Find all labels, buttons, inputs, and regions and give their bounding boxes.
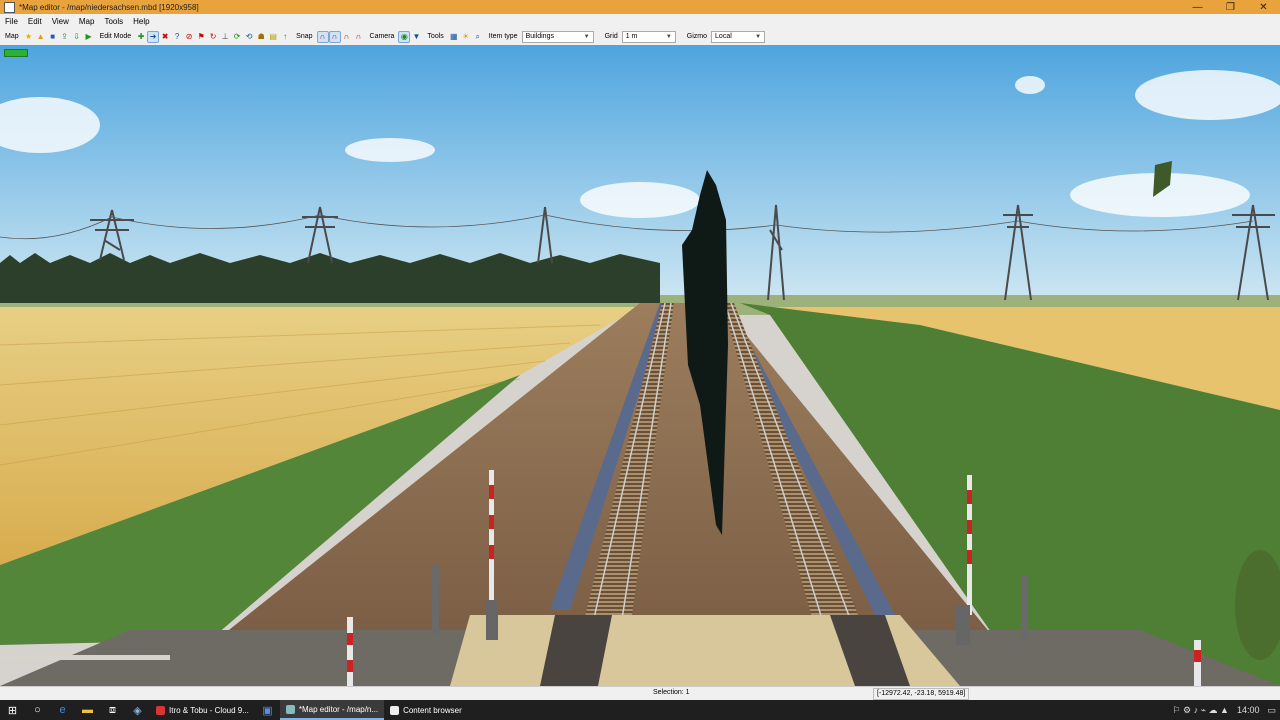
star-icon[interactable]: ★ [24,32,34,42]
pin-icon[interactable]: ⊥ [220,32,230,42]
load-progress-indicator [4,49,28,57]
clock[interactable]: 14:00 [1233,705,1264,715]
grid-select[interactable]: 1 m ▼ [621,30,676,43]
move-icon[interactable]: ➜ [147,30,160,43]
camera-dropdown-icon[interactable]: ▼ [411,32,421,42]
minimize-button[interactable]: — [1181,0,1214,14]
menu-bar: File Edit View Map Tools Help [0,14,1280,28]
refresh-blue-icon[interactable]: ⟲ [244,32,254,42]
taskbar-item-label: Itro & Tobu - Cloud 9... [169,705,249,715]
import-icon[interactable]: ⇩ [72,32,82,42]
search-icon[interactable]: ⌕ [473,32,483,42]
steam-icon[interactable]: ◈ [125,700,150,720]
export-icon[interactable]: ⇪ [60,32,70,42]
scene-render [0,45,1280,686]
taskbar-item-label: *Map editor - /map/n... [298,704,379,714]
menu-help[interactable]: Help [128,17,154,26]
camera-label: Camera [369,33,395,40]
windows-taskbar: ⊞ ○ e ▬ ⧈ ◈ Itro & Tobu - Cloud 9... ▣ *… [0,700,1280,720]
refresh-green-icon[interactable]: ⟳ [232,32,242,42]
item-type-select[interactable]: Buildings ▼ [521,30,594,43]
generic-app-icon[interactable]: ▣ [255,700,280,720]
sign-icon[interactable]: ▤ [268,32,278,42]
map-label: Map [5,33,19,40]
sun-icon[interactable]: ☀ [461,32,471,42]
item-type-label: Item type [488,33,518,40]
flag-icon[interactable]: ⚑ [196,32,206,42]
edge-icon[interactable]: e [50,700,75,720]
explorer-icon[interactable]: ▬ [75,700,100,720]
menu-map[interactable]: Map [74,17,100,26]
menu-tools[interactable]: Tools [99,17,128,26]
grid-value: 1 m [625,33,638,40]
chevron-down-icon: ▼ [755,33,762,40]
tray-icons[interactable]: ⚐ ⚙ ♪ ⌁ ☁ ▲ [1168,705,1232,716]
gizmo-select[interactable]: Local ▼ [711,30,766,43]
cursor-coordinates: [-12972.42, -23.18, 5919.48] [873,688,970,700]
magnet-icon-2[interactable]: ∩ [328,30,341,43]
search-button[interactable]: ○ [25,700,50,720]
window-title: *Map editor - /map/niedersachsen.mbd [19… [19,2,199,12]
taskbar-item-label: Content browser [403,705,462,715]
snap-label: Snap [296,33,313,40]
status-bar: Selection: 1 [-12972.42, -23.18, 5919.48… [0,686,1280,701]
chevron-down-icon: ▼ [583,33,590,40]
save-icon[interactable]: ■ [48,32,58,42]
selection-status: Selection: 1 [653,689,690,696]
help-icon[interactable]: ? [172,32,182,42]
add-icon[interactable]: ✚ [136,32,146,42]
system-tray: ⚐ ⚙ ♪ ⌁ ☁ ▲ 14:00 ▭ [1168,700,1280,720]
store-icon[interactable]: ⧈ [100,700,125,720]
start-button[interactable]: ⊞ [0,700,25,720]
magnet-icon-4[interactable]: ∩ [354,32,364,42]
tools-label: Tools [427,33,444,40]
menu-view[interactable]: View [47,17,74,26]
map-editor-icon [285,704,295,714]
figure-icon[interactable]: ☗ [256,32,266,42]
play-icon[interactable]: ▶ [84,32,94,42]
title-bar: *Map editor - /map/niedersachsen.mbd [19… [0,0,1280,14]
magnet-icon-3[interactable]: ∩ [342,32,352,42]
rotate-icon[interactable]: ↻ [208,32,218,42]
edit-mode-label: Edit Mode [99,33,132,40]
content-browser-icon [390,705,400,715]
up-arrow-icon[interactable]: ↑ [280,32,290,42]
globe-icon[interactable]: ◉ [398,30,411,43]
delete-icon[interactable]: ✖ [160,32,170,42]
notification-icon[interactable]: ▭ [1263,705,1280,716]
grid-icon[interactable]: ▦ [449,32,459,42]
menu-edit[interactable]: Edit [23,17,47,26]
chevron-down-icon: ▼ [665,33,672,40]
3d-viewport[interactable] [0,45,1280,686]
item-type-value: Buildings [525,33,554,40]
toolbar: Map ★ ▲ ■ ⇪ ⇩ ▶ Edit Mode ✚ ➜ ✖ ? ⊘ ⚑ ↻ … [0,28,1280,46]
app-icon [4,1,15,13]
gizmo-value: Local [715,33,732,40]
gizmo-label: Gizmo [686,33,708,40]
music-app-icon [156,705,165,715]
grid-label: Grid [604,33,618,40]
close-button[interactable]: ✕ [1247,0,1280,14]
stop-icon[interactable]: ⊘ [184,32,194,42]
taskbar-item-music[interactable]: Itro & Tobu - Cloud 9... [150,700,255,720]
taskbar-item-map-editor[interactable]: *Map editor - /map/n... [279,700,385,720]
maximize-button[interactable]: ❐ [1214,0,1247,14]
tree-line [0,253,660,303]
taskbar-item-content-browser[interactable]: Content browser [384,700,468,720]
magnet-icon-1[interactable]: ∩ [316,30,329,43]
open-icon[interactable]: ▲ [36,32,46,42]
menu-file[interactable]: File [0,17,23,26]
